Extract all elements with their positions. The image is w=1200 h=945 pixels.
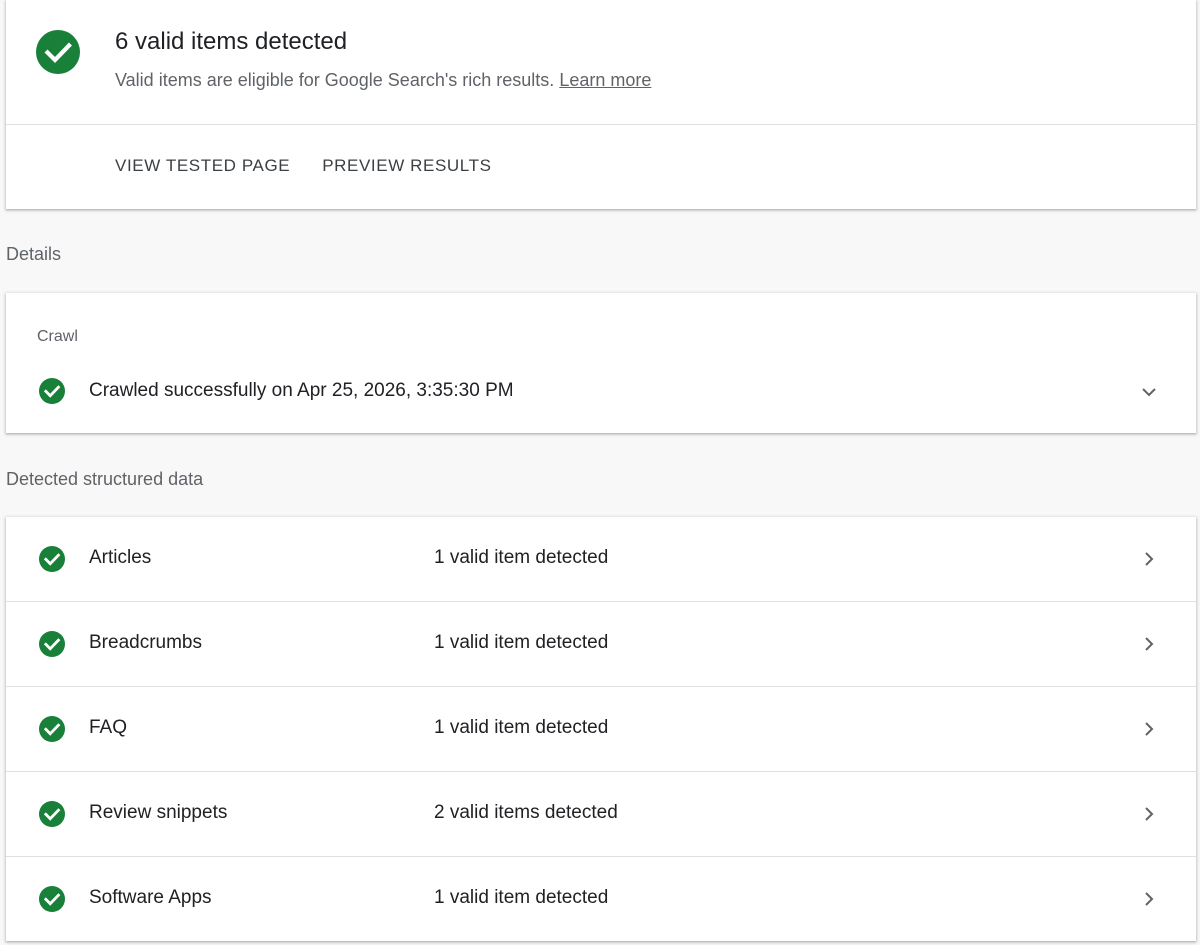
chevron-down-icon[interactable] bbox=[1138, 381, 1160, 403]
structured-item-name: Articles bbox=[89, 547, 152, 568]
structured-item-articles[interactable]: Articles 1 valid item detected bbox=[6, 517, 1196, 602]
structured-item-count: 2 valid items detected bbox=[434, 802, 618, 823]
learn-more-link[interactable]: Learn more bbox=[559, 70, 651, 90]
view-tested-page-button[interactable]: VIEW TESTED PAGE bbox=[115, 156, 290, 176]
structured-item-name: Breadcrumbs bbox=[89, 632, 202, 653]
structured-item-name: Software Apps bbox=[89, 887, 212, 908]
structured-item-breadcrumbs[interactable]: Breadcrumbs 1 valid item detected bbox=[6, 602, 1196, 687]
structured-item-count: 1 valid item detected bbox=[434, 632, 609, 653]
crawl-status-row[interactable]: Crawled successfully on Apr 25, 2026, 3:… bbox=[6, 375, 1196, 407]
chevron-right-icon bbox=[1145, 892, 1154, 906]
summary-subtitle: Valid items are eligible for Google Sear… bbox=[115, 70, 651, 91]
structured-data-label: Detected structured data bbox=[6, 469, 204, 489]
structured-item-review-snippets[interactable]: Review snippets 2 valid items detected bbox=[6, 772, 1196, 857]
crawl-heading: Crawl bbox=[37, 328, 78, 345]
check-circle-icon bbox=[39, 801, 65, 827]
chevron-right-icon bbox=[1145, 637, 1154, 651]
chevron-right-icon bbox=[1145, 552, 1154, 566]
details-label: Details bbox=[6, 244, 62, 264]
crawl-card: Crawl Crawled successfully on Apr 25, 20… bbox=[6, 293, 1196, 433]
check-circle-icon bbox=[36, 30, 80, 74]
check-circle-icon bbox=[39, 631, 65, 657]
summary-title: 6 valid items detected bbox=[115, 28, 348, 55]
summary-card: 6 valid items detected Valid items are e… bbox=[6, 0, 1196, 209]
check-circle-icon bbox=[39, 716, 65, 742]
structured-item-count: 1 valid item detected bbox=[434, 887, 609, 908]
structured-data-card: Articles 1 valid item detected Breadcrum… bbox=[6, 517, 1196, 941]
chevron-right-icon bbox=[1145, 807, 1154, 821]
check-circle-icon bbox=[39, 378, 65, 404]
preview-results-button[interactable]: PREVIEW RESULTS bbox=[322, 156, 491, 176]
structured-item-software-apps[interactable]: Software Apps 1 valid item detected bbox=[6, 857, 1196, 942]
summary-subtitle-text: Valid items are eligible for Google Sear… bbox=[115, 70, 555, 90]
structured-item-name: FAQ bbox=[89, 717, 128, 738]
structured-item-name: Review snippets bbox=[89, 802, 228, 823]
structured-item-faq[interactable]: FAQ 1 valid item detected bbox=[6, 687, 1196, 772]
structured-item-count: 1 valid item detected bbox=[434, 717, 609, 738]
chevron-right-icon bbox=[1145, 722, 1154, 736]
crawl-status-text: Crawled successfully on Apr 25, 2026, 3:… bbox=[89, 380, 514, 401]
structured-item-count: 1 valid item detected bbox=[434, 547, 609, 568]
divider bbox=[6, 124, 1196, 125]
check-circle-icon bbox=[39, 886, 65, 912]
check-circle-icon bbox=[39, 546, 65, 572]
summary-actions: VIEW TESTED PAGE PREVIEW RESULTS bbox=[115, 156, 492, 176]
